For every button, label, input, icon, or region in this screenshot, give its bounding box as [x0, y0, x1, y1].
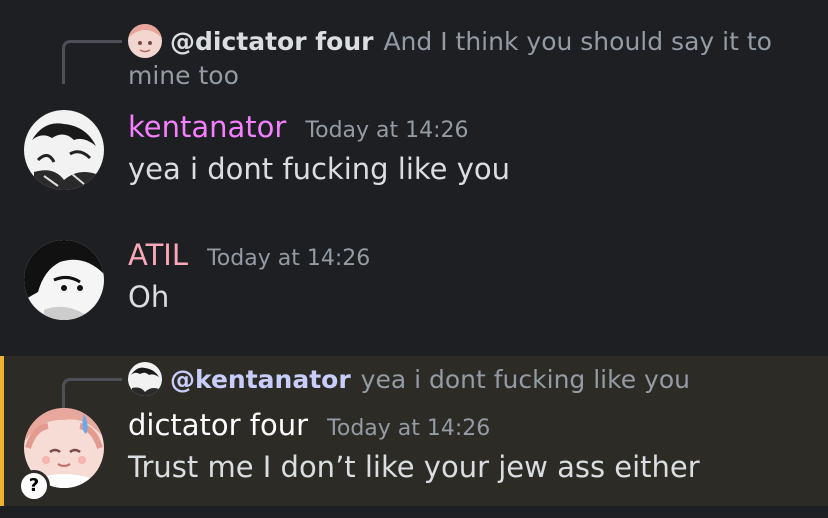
- message-atil[interactable]: ATIL Today at 14:26 Oh: [0, 220, 828, 340]
- message-content: Trust me I don’t like your jew ass eithe…: [128, 450, 700, 484]
- unknown-status-badge: ?: [18, 470, 50, 502]
- message-kentanator[interactable]: @dictator four And I think you should say…: [0, 0, 828, 210]
- reply-preview[interactable]: @dictator four And I think you should say…: [128, 24, 808, 93]
- message-content: yea i dont fucking like you: [128, 152, 510, 186]
- reply-mention[interactable]: @dictator four: [170, 27, 373, 56]
- reply-mention[interactable]: @kentanator: [170, 365, 351, 394]
- username-atil[interactable]: ATIL: [128, 238, 188, 272]
- dictator-four-avatar-icon: [128, 24, 162, 58]
- kentanator-avatar-icon: [128, 362, 162, 396]
- message-header: ATIL Today at 14:26: [128, 238, 370, 272]
- username-dictator-four[interactable]: dictator four: [128, 408, 308, 442]
- message-header: dictator four Today at 14:26: [128, 408, 490, 442]
- message-content: Oh: [128, 280, 170, 314]
- message-timestamp[interactable]: Today at 14:26: [305, 118, 468, 143]
- reply-text: yea i dont fucking like you: [360, 365, 690, 394]
- username-kentanator[interactable]: kentanator: [128, 110, 286, 144]
- message-header: kentanator Today at 14:26: [128, 110, 469, 144]
- message-timestamp[interactable]: Today at 14:26: [327, 416, 490, 441]
- reply-connector: [62, 40, 122, 84]
- kentanator-avatar-icon[interactable]: [24, 110, 104, 190]
- message-timestamp[interactable]: Today at 14:26: [207, 246, 370, 271]
- reply-preview[interactable]: @kentanator yea i dont fucking like you: [128, 362, 808, 397]
- atil-avatar-icon[interactable]: [24, 240, 104, 320]
- chat-log: @dictator four And I think you should say…: [0, 0, 828, 518]
- message-dictator-four[interactable]: @kentanator yea i dont fucking like you d…: [0, 356, 828, 506]
